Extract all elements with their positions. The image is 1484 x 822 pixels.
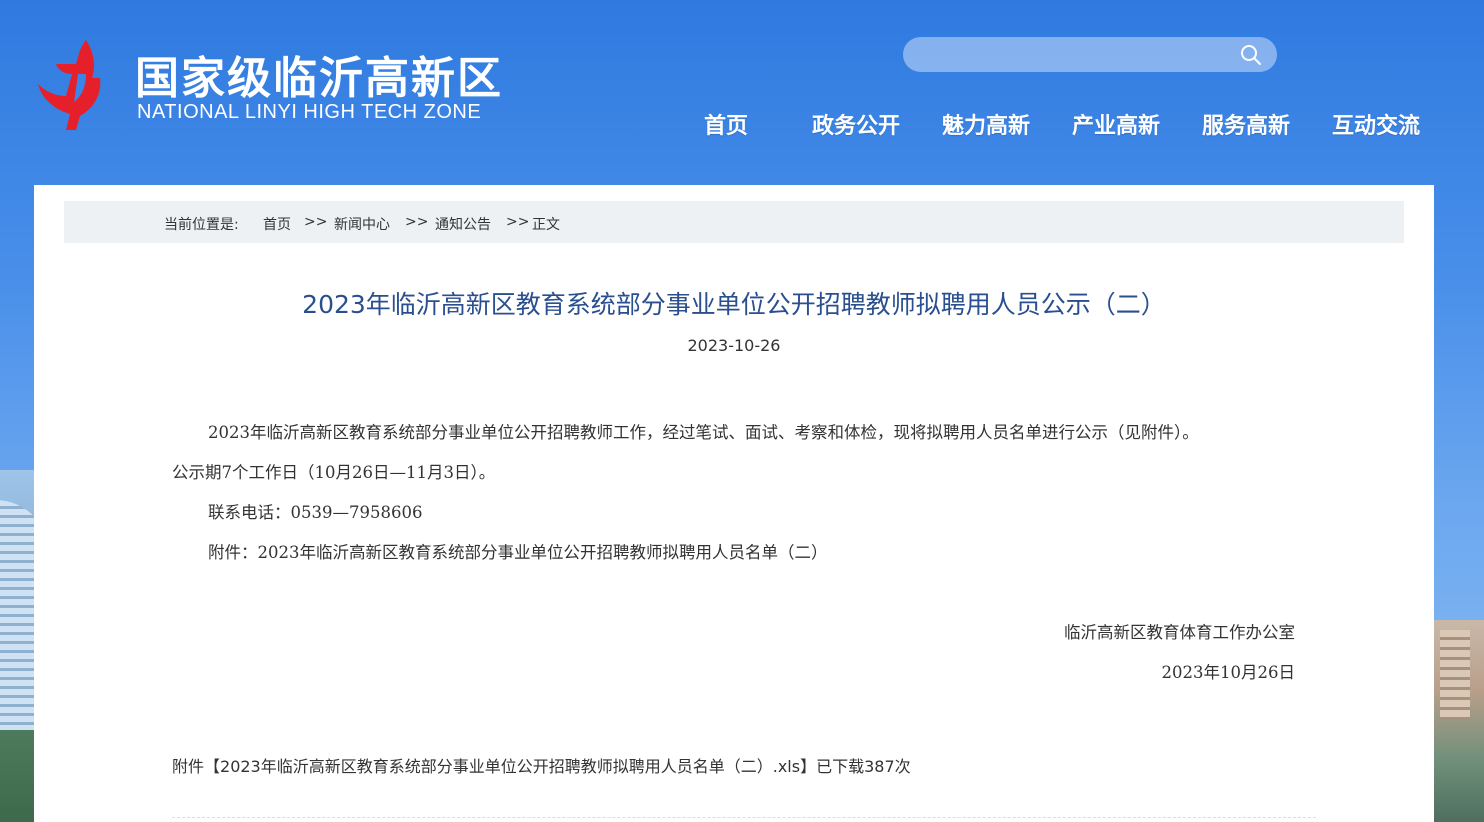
breadcrumb-notices[interactable]: 通知公告	[435, 214, 491, 234]
nav-item-services[interactable]: 服务高新	[1202, 108, 1290, 140]
main-nav: 首页 政务公开 魅力高新 产业高新 服务高新 互动交流	[690, 108, 1450, 140]
article-contact: 联系电话：0539—7958606	[208, 503, 423, 522]
site-title: 国家级临沂高新区	[135, 53, 503, 104]
search-box	[903, 37, 1277, 72]
divider	[172, 817, 1316, 818]
breadcrumb-news-center[interactable]: 新闻中心	[334, 214, 390, 234]
article-attachment-line: 附件：2023年临沂高新区教育系统部分事业单位公开招聘教师拟聘用人员名单（二）	[208, 543, 828, 562]
article-signature-date: 2023年10月26日	[1161, 663, 1295, 682]
search-input[interactable]	[919, 43, 1233, 67]
nav-item-home[interactable]: 首页	[704, 108, 748, 140]
site-subtitle: NATIONAL LINYI HIGH TECH ZONE	[137, 101, 482, 123]
breadcrumb-prefix: 当前位置是:	[164, 217, 239, 233]
attachment-download: 附件【2023年临沂高新区教育系统部分事业单位公开招聘教师拟聘用人员名单（二）.…	[172, 753, 911, 777]
background-building-right	[1434, 620, 1484, 822]
search-icon[interactable]	[1239, 43, 1263, 67]
article-paragraph: 2023年临沂高新区教育系统部分事业单位公开招聘教师工作，经过笔试、面试、考察和…	[208, 423, 1199, 442]
nav-item-industry[interactable]: 产业高新	[1072, 108, 1160, 140]
breadcrumb-separator: >>	[304, 214, 328, 230]
tower-building	[1440, 630, 1470, 720]
linyi-hightech-logo[interactable]	[36, 38, 108, 130]
breadcrumb-separator: >>	[506, 214, 530, 230]
breadcrumb-current: 正文	[532, 217, 560, 233]
breadcrumb-separator: >>	[405, 214, 429, 230]
article-paragraph-continuation: 公示期7个工作日（10月26日—11月3日）。	[172, 463, 496, 482]
nav-item-government-affairs[interactable]: 政务公开	[812, 108, 900, 140]
attachment-download-count: 】已下载387次	[800, 757, 911, 776]
article-signature: 临沂高新区教育体育工作办公室	[1064, 623, 1295, 642]
main-content: 当前位置是: 首页 >> 新闻中心 >> 通知公告 >> 正文 2023年临沂高…	[34, 185, 1434, 822]
nav-item-interaction[interactable]: 互动交流	[1332, 108, 1420, 140]
breadcrumb: 当前位置是: 首页 >> 新闻中心 >> 通知公告 >> 正文	[64, 201, 1404, 243]
attachment-prefix: 附件【	[172, 757, 221, 776]
site-header: 国家级临沂高新区 NATIONAL LINYI HIGH TECH ZONE 首…	[0, 0, 1484, 185]
attachment-link[interactable]: 2023年临沂高新区教育系统部分事业单位公开招聘教师拟聘用人员名单（二）.xls	[220, 757, 800, 776]
article-date: 2023-10-26	[687, 336, 781, 355]
article-title: 2023年临沂高新区教育系统部分事业单位公开招聘教师拟聘用人员公示（二）	[302, 290, 1166, 319]
nav-item-charm[interactable]: 魅力高新	[942, 108, 1030, 140]
breadcrumb-home[interactable]: 首页	[263, 214, 291, 234]
